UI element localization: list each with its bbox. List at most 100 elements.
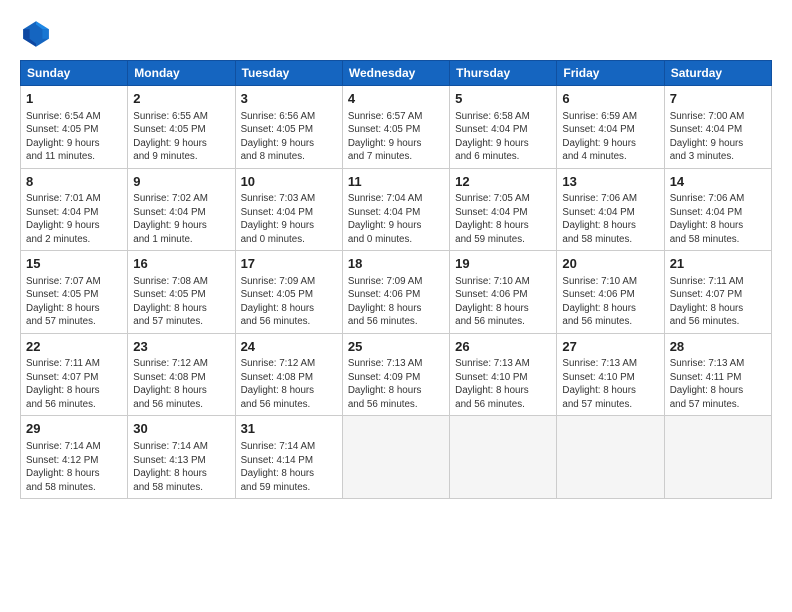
calendar-day-cell: 9Sunrise: 7:02 AM Sunset: 4:04 PM Daylig… — [128, 168, 235, 251]
day-number: 1 — [26, 90, 122, 108]
day-number: 11 — [348, 173, 444, 191]
calendar-day-cell: 1 Sunrise: 6:54 AM Sunset: 4:05 PM Daylig… — [21, 86, 128, 169]
calendar-day-cell: 31 Sunrise: 7:14 AM Sunset: 4:14 PM Dayli… — [235, 416, 342, 499]
day-number: 27 — [562, 338, 658, 356]
calendar-week-row: 8Sunrise: 7:01 AM Sunset: 4:04 PM Daylig… — [21, 168, 772, 251]
logo — [20, 18, 56, 50]
calendar-week-row: 1 Sunrise: 6:54 AM Sunset: 4:05 PM Daylig… — [21, 86, 772, 169]
calendar-day-cell: 8Sunrise: 7:01 AM Sunset: 4:04 PM Daylig… — [21, 168, 128, 251]
day-info: Sunrise: 7:05 AM Sunset: 4:04 PM Dayligh… — [455, 192, 551, 246]
calendar-day-cell — [664, 416, 771, 499]
day-number: 2 — [133, 90, 229, 108]
day-number: 3 — [241, 90, 337, 108]
calendar-day-cell: 2 Sunrise: 6:55 AM Sunset: 4:05 PM Daylig… — [128, 86, 235, 169]
calendar-day-cell: 7Sunrise: 7:00 AM Sunset: 4:04 PM Daylig… — [664, 86, 771, 169]
day-number: 8 — [26, 173, 122, 191]
calendar-day-cell: 24Sunrise: 7:12 AM Sunset: 4:08 PM Dayli… — [235, 333, 342, 416]
day-number: 9 — [133, 173, 229, 191]
day-info: Sunrise: 7:06 AM Sunset: 4:04 PM Dayligh… — [670, 192, 766, 246]
day-info: Sunrise: 7:02 AM Sunset: 4:04 PM Dayligh… — [133, 192, 229, 246]
day-info: Sunrise: 7:11 AM Sunset: 4:07 PM Dayligh… — [26, 357, 122, 411]
day-number: 12 — [455, 173, 551, 191]
calendar-day-cell: 10Sunrise: 7:03 AM Sunset: 4:04 PM Dayli… — [235, 168, 342, 251]
calendar-week-row: 22Sunrise: 7:11 AM Sunset: 4:07 PM Dayli… — [21, 333, 772, 416]
day-number: 23 — [133, 338, 229, 356]
calendar-week-row: 15 Sunrise: 7:07 AM Sunset: 4:05 PM Dayli… — [21, 251, 772, 334]
calendar-day-cell: 28Sunrise: 7:13 AM Sunset: 4:11 PM Dayli… — [664, 333, 771, 416]
day-number: 26 — [455, 338, 551, 356]
calendar-day-header: Saturday — [664, 61, 771, 86]
calendar-day-cell: 20 Sunrise: 7:10 AM Sunset: 4:06 PM Dayli… — [557, 251, 664, 334]
day-info: Sunrise: 6:57 AM Sunset: 4:05 PM Dayligh… — [348, 110, 444, 164]
day-number: 4 — [348, 90, 444, 108]
calendar-week-row: 29 Sunrise: 7:14 AM Sunset: 4:12 PM Dayli… — [21, 416, 772, 499]
calendar-day-cell: 13Sunrise: 7:06 AM Sunset: 4:04 PM Dayli… — [557, 168, 664, 251]
calendar-day-cell: 17Sunrise: 7:09 AM Sunset: 4:05 PM Dayli… — [235, 251, 342, 334]
calendar-day-cell: 15 Sunrise: 7:07 AM Sunset: 4:05 PM Dayli… — [21, 251, 128, 334]
day-info: Sunrise: 7:04 AM Sunset: 4:04 PM Dayligh… — [348, 192, 444, 246]
calendar-day-cell: 19 Sunrise: 7:10 AM Sunset: 4:06 PM Dayli… — [450, 251, 557, 334]
calendar-day-cell: 27Sunrise: 7:13 AM Sunset: 4:10 PM Dayli… — [557, 333, 664, 416]
day-number: 24 — [241, 338, 337, 356]
calendar-day-cell: 12Sunrise: 7:05 AM Sunset: 4:04 PM Dayli… — [450, 168, 557, 251]
page: SundayMondayTuesdayWednesdayThursdayFrid… — [0, 0, 792, 612]
calendar-day-header: Wednesday — [342, 61, 449, 86]
calendar-table: SundayMondayTuesdayWednesdayThursdayFrid… — [20, 60, 772, 499]
day-info: Sunrise: 7:13 AM Sunset: 4:10 PM Dayligh… — [455, 357, 551, 411]
day-info: Sunrise: 7:03 AM Sunset: 4:04 PM Dayligh… — [241, 192, 337, 246]
day-info: Sunrise: 7:06 AM Sunset: 4:04 PM Dayligh… — [562, 192, 658, 246]
day-number: 20 — [562, 255, 658, 273]
calendar-day-cell: 25Sunrise: 7:13 AM Sunset: 4:09 PM Dayli… — [342, 333, 449, 416]
day-info: Sunrise: 7:11 AM Sunset: 4:07 PM Dayligh… — [670, 275, 766, 329]
day-number: 28 — [670, 338, 766, 356]
day-number: 10 — [241, 173, 337, 191]
day-number: 5 — [455, 90, 551, 108]
logo-icon — [20, 18, 52, 50]
day-info: Sunrise: 7:07 AM Sunset: 4:05 PM Dayligh… — [26, 275, 122, 329]
calendar-day-header: Thursday — [450, 61, 557, 86]
calendar-day-cell: 6 Sunrise: 6:59 AM Sunset: 4:04 PM Daylig… — [557, 86, 664, 169]
day-number: 19 — [455, 255, 551, 273]
day-info: Sunrise: 7:01 AM Sunset: 4:04 PM Dayligh… — [26, 192, 122, 246]
day-number: 15 — [26, 255, 122, 273]
calendar-day-cell: 26Sunrise: 7:13 AM Sunset: 4:10 PM Dayli… — [450, 333, 557, 416]
day-info: Sunrise: 7:12 AM Sunset: 4:08 PM Dayligh… — [241, 357, 337, 411]
day-info: Sunrise: 7:10 AM Sunset: 4:06 PM Dayligh… — [562, 275, 658, 329]
day-info: Sunrise: 7:14 AM Sunset: 4:12 PM Dayligh… — [26, 440, 122, 494]
header — [20, 18, 772, 50]
day-info: Sunrise: 6:54 AM Sunset: 4:05 PM Dayligh… — [26, 110, 122, 164]
calendar-day-header: Sunday — [21, 61, 128, 86]
day-info: Sunrise: 7:13 AM Sunset: 4:11 PM Dayligh… — [670, 357, 766, 411]
calendar-day-cell: 14Sunrise: 7:06 AM Sunset: 4:04 PM Dayli… — [664, 168, 771, 251]
calendar-day-cell: 11Sunrise: 7:04 AM Sunset: 4:04 PM Dayli… — [342, 168, 449, 251]
calendar-header-row: SundayMondayTuesdayWednesdayThursdayFrid… — [21, 61, 772, 86]
day-number: 22 — [26, 338, 122, 356]
calendar-day-cell: 22Sunrise: 7:11 AM Sunset: 4:07 PM Dayli… — [21, 333, 128, 416]
day-number: 16 — [133, 255, 229, 273]
calendar-day-cell: 16 Sunrise: 7:08 AM Sunset: 4:05 PM Dayli… — [128, 251, 235, 334]
day-number: 13 — [562, 173, 658, 191]
day-number: 14 — [670, 173, 766, 191]
calendar-day-cell: 29 Sunrise: 7:14 AM Sunset: 4:12 PM Dayli… — [21, 416, 128, 499]
calendar-day-header: Monday — [128, 61, 235, 86]
day-number: 31 — [241, 420, 337, 438]
calendar-day-cell: 5 Sunrise: 6:58 AM Sunset: 4:04 PM Daylig… — [450, 86, 557, 169]
calendar-day-header: Tuesday — [235, 61, 342, 86]
day-number: 30 — [133, 420, 229, 438]
day-info: Sunrise: 7:14 AM Sunset: 4:14 PM Dayligh… — [241, 440, 337, 494]
day-info: Sunrise: 7:10 AM Sunset: 4:06 PM Dayligh… — [455, 275, 551, 329]
day-info: Sunrise: 7:08 AM Sunset: 4:05 PM Dayligh… — [133, 275, 229, 329]
day-number: 6 — [562, 90, 658, 108]
calendar-day-cell: 23Sunrise: 7:12 AM Sunset: 4:08 PM Dayli… — [128, 333, 235, 416]
day-number: 18 — [348, 255, 444, 273]
day-number: 21 — [670, 255, 766, 273]
day-info: Sunrise: 6:58 AM Sunset: 4:04 PM Dayligh… — [455, 110, 551, 164]
day-info: Sunrise: 6:55 AM Sunset: 4:05 PM Dayligh… — [133, 110, 229, 164]
day-info: Sunrise: 6:59 AM Sunset: 4:04 PM Dayligh… — [562, 110, 658, 164]
day-number: 29 — [26, 420, 122, 438]
calendar-day-header: Friday — [557, 61, 664, 86]
day-info: Sunrise: 7:13 AM Sunset: 4:10 PM Dayligh… — [562, 357, 658, 411]
day-info: Sunrise: 7:00 AM Sunset: 4:04 PM Dayligh… — [670, 110, 766, 164]
calendar-day-cell — [557, 416, 664, 499]
day-number: 17 — [241, 255, 337, 273]
